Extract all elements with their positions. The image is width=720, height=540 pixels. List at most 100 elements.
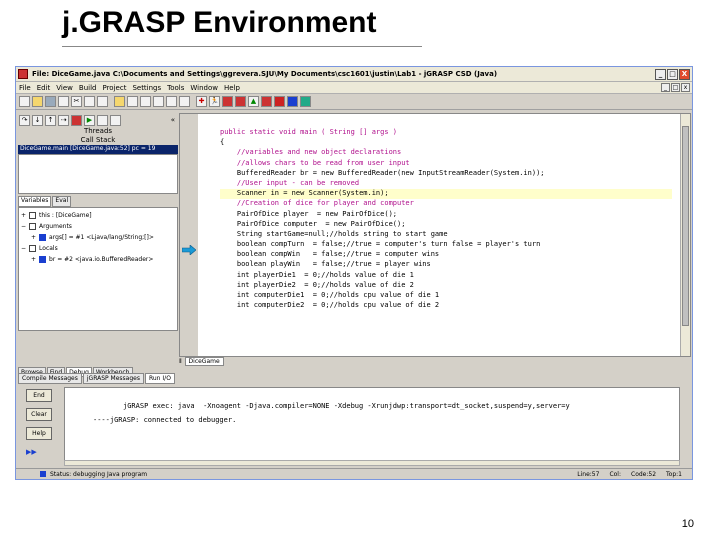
variable-row[interactable]: + this : [DiceGame] (21, 210, 175, 221)
menu-build[interactable]: Build (79, 84, 97, 92)
variable-name: args[] = #1 <Ljava/lang/String;[]> (49, 234, 154, 241)
call-stack-row[interactable]: DiceGame.main [DiceGame.java:52] pc = 19 (18, 145, 178, 154)
variables-tree[interactable]: + this : [DiceGame] − Arguments + args[]… (18, 207, 178, 331)
menu-settings[interactable]: Settings (132, 84, 161, 92)
code-line: //User input - can be removed (220, 178, 360, 187)
variable-row[interactable]: + br = #2 <java.io.BufferedReader> (21, 254, 175, 265)
run-applet-icon[interactable]: ▲ (248, 96, 259, 107)
auto-step-icon[interactable] (97, 114, 108, 126)
resume-icon[interactable]: ▶ (84, 114, 95, 126)
save-icon[interactable] (45, 96, 56, 107)
suspend-icon[interactable] (71, 114, 82, 126)
jgrasp-window: File: DiceGame.java C:\Documents and Set… (15, 66, 693, 480)
debug-icon[interactable] (222, 96, 233, 107)
code-line: PairOfDice computer = new PairOfDice(); (220, 219, 406, 228)
field-icon (39, 234, 47, 241)
window-titlebar: File: DiceGame.java C:\Documents and Set… (16, 67, 692, 82)
menu-window[interactable]: Window (190, 84, 218, 92)
code-line: String startGame=null;//holds string to … (220, 229, 448, 238)
code-line: PairOfDice player = new PairOfDice(); (220, 209, 398, 218)
number-lines-icon[interactable] (166, 96, 177, 107)
mdi-close-button[interactable]: x (681, 83, 690, 92)
status-col: Col: (609, 470, 621, 478)
scrollbar-thumb[interactable] (682, 126, 689, 326)
call-stack-list[interactable] (18, 154, 178, 194)
code-line: int computerDie1 = 0;//holds cpu value o… (220, 291, 440, 299)
editor-gutter[interactable] (180, 114, 198, 356)
console-scrollbar[interactable] (64, 460, 680, 466)
menu-view[interactable]: View (56, 84, 73, 92)
applet-icon[interactable] (235, 96, 246, 107)
remove-csd-icon[interactable] (127, 96, 138, 107)
auto-resume-icon[interactable] (110, 114, 121, 126)
tab-variables[interactable]: Variables (18, 196, 52, 207)
variable-row[interactable]: − Locals (21, 243, 175, 254)
mdi-restore-button[interactable]: □ (671, 83, 680, 92)
close-button[interactable]: X (679, 68, 690, 80)
end-button[interactable]: End (26, 389, 52, 402)
variable-name: this : [DiceGame] (39, 212, 92, 219)
menu-project[interactable]: Project (102, 84, 126, 92)
debug-panel: ↷ ↓ ↑ ⇢ ▶ « Threads Call Stack DiceGame.… (18, 113, 178, 369)
console-line: jGRASP exec: java -Xnoagent -Djava.compi… (123, 402, 570, 410)
run-icon[interactable]: 🏃 (209, 96, 220, 107)
code-editor[interactable]: public static void main ( String [] args… (179, 113, 691, 357)
variable-row[interactable]: − Arguments (21, 221, 175, 232)
execution-pointer-icon (182, 245, 196, 255)
call-stack-label: Call Stack (80, 136, 116, 144)
unfold-icon[interactable] (153, 96, 164, 107)
code-line: int computerDie2 = 0;//holds cpu value o… (220, 301, 440, 310)
toolbar: ✂ ✚ 🏃 ▲ (16, 94, 692, 110)
tab-jgrasp-messages[interactable]: jGRASP Messages (82, 373, 144, 384)
tab-dicegame[interactable]: DiceGame (184, 357, 224, 366)
fold-icon[interactable] (140, 96, 151, 107)
run-io-console[interactable]: jGRASP exec: java -Xnoagent -Djava.compi… (64, 387, 680, 461)
debug-toolbar: ↷ ↓ ↑ ⇢ ▶ « (18, 113, 178, 127)
help-button[interactable]: Help (26, 427, 52, 440)
menu-edit[interactable]: Edit (37, 84, 51, 92)
editor-scrollbar[interactable] (680, 114, 690, 356)
csd-icon[interactable] (114, 96, 125, 107)
tab-run-io[interactable]: Run I/O (144, 373, 175, 384)
clear-icon[interactable] (287, 96, 298, 107)
compile-icon[interactable]: ✚ (196, 96, 207, 107)
stop-icon[interactable] (274, 96, 285, 107)
code-area[interactable]: public static void main ( String [] args… (220, 128, 672, 311)
cut-icon[interactable]: ✂ (71, 96, 82, 107)
new-file-icon[interactable] (19, 96, 30, 107)
code-line: //Creation of dice for player and comput… (220, 199, 414, 208)
menu-tools[interactable]: Tools (167, 84, 184, 92)
collapse-panel-icon[interactable]: « (171, 116, 175, 124)
print-icon[interactable] (58, 96, 69, 107)
tab-eval[interactable]: Eval (52, 196, 72, 207)
step-in-icon[interactable]: ↓ (32, 114, 43, 126)
clear-button[interactable]: Clear (26, 408, 52, 421)
status-code: Code:52 (631, 470, 657, 478)
menu-help[interactable]: Help (224, 84, 240, 92)
step-to-cursor-icon[interactable]: ⇢ (58, 114, 69, 126)
bookmark-icon[interactable] (179, 96, 190, 107)
console-line: ----jGRASP: connected to debugger. (93, 416, 237, 424)
copy-icon[interactable] (84, 96, 95, 107)
code-line: //allows chars to be read from user inpu… (220, 158, 410, 167)
paste-icon[interactable] (97, 96, 108, 107)
debug-applet-icon[interactable] (261, 96, 272, 107)
split-icon[interactable]: ⫴ (179, 358, 182, 366)
tab-compile-messages[interactable]: Compile Messages (18, 373, 82, 384)
code-line: boolean compWin = false;//true = compute… (220, 250, 440, 259)
variable-row[interactable]: + args[] = #1 <Ljava/lang/String;[]> (21, 232, 175, 243)
uml-icon[interactable] (300, 96, 311, 107)
run-input-marker-icon: ▶▶ (26, 448, 37, 456)
slide-title: j.GRASP Environment (62, 6, 377, 39)
code-line: BufferedReader br = new BufferedReader(n… (220, 168, 545, 177)
window-title: File: DiceGame.java C:\Documents and Set… (32, 70, 498, 78)
open-file-icon[interactable] (32, 96, 43, 107)
maximize-button[interactable]: □ (667, 68, 678, 80)
mdi-minimize-button[interactable]: _ (661, 83, 670, 92)
step-over-icon[interactable]: ↷ (19, 114, 30, 126)
step-out-icon[interactable]: ↑ (45, 114, 56, 126)
threads-label: Threads (18, 127, 178, 136)
menu-file[interactable]: File (19, 84, 31, 92)
variable-name: Locals (39, 245, 58, 252)
minimize-button[interactable]: _ (655, 68, 666, 80)
